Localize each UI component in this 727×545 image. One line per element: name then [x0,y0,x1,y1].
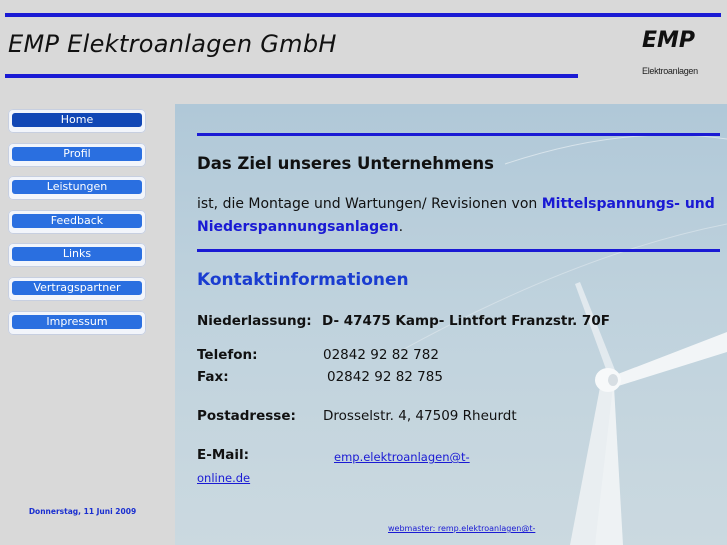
nav-impressum-label: Impressum [12,315,142,329]
nav-feedback-label: Feedback [12,214,142,228]
nav-impressum-button[interactable]: Impressum [8,311,146,335]
nav-vertragspartner-button[interactable]: Vertragspartner [8,277,146,301]
nav-profil-label: Profil [12,147,142,161]
nav-feedback-button[interactable]: Feedback [8,210,146,234]
fax-label: Fax: [197,369,229,385]
contact-heading: Kontaktinformationen [197,270,409,290]
telefon-value: 02842 92 82 782 [323,347,439,363]
nav-home-button[interactable]: Home [8,109,146,133]
intro-suffix: . [398,219,404,235]
fax-value: 02842 92 82 785 [327,369,443,385]
content-mid-rule [197,249,720,252]
content-top-rule [197,133,720,136]
nav-home-label: Home [12,113,142,127]
email-link-part1[interactable]: emp.elektroanlagen@t- [334,450,470,464]
logo-subtext: Elektroanlagen [642,66,698,76]
intro-prefix: ist, die Montage und Wartungen/ Revision… [197,196,542,212]
telefon-label: Telefon: [197,347,258,363]
main-heading: Das Ziel unseres Unternehmens [197,154,494,173]
nav-leistungen-label: Leistungen [12,180,142,194]
niederlassung-value: D- 47475 Kamp- Lintfort Franzstr. 70F [322,313,610,329]
header-underline [5,74,578,78]
nav-leistungen-button[interactable]: Leistungen [8,176,146,200]
header-top-rule [5,13,721,17]
webmaster-link[interactable]: webmaster: remp.elektroanlagen@t- [388,524,535,533]
current-date: Donnerstag, 11 Juni 2009 [28,507,137,516]
company-name: EMP Elektroanlagen GmbH [8,30,337,58]
nav-vertragspartner-label: Vertragspartner [12,281,142,295]
nav-links-label: Links [12,247,142,261]
nav-links-button[interactable]: Links [8,243,146,267]
niederlassung-label: Niederlassung: [197,313,312,329]
email-link-part2[interactable]: online.de [197,471,250,485]
postadresse-value: Drosselstr. 4, 47509 Rheurdt [323,408,517,424]
email-label: E-Mail: [197,447,250,463]
nav-profil-button[interactable]: Profil [8,143,146,167]
intro-text: ist, die Montage und Wartungen/ Revision… [197,193,717,239]
postadresse-label: Postadresse: [197,408,296,424]
logo: EMP [642,28,696,53]
